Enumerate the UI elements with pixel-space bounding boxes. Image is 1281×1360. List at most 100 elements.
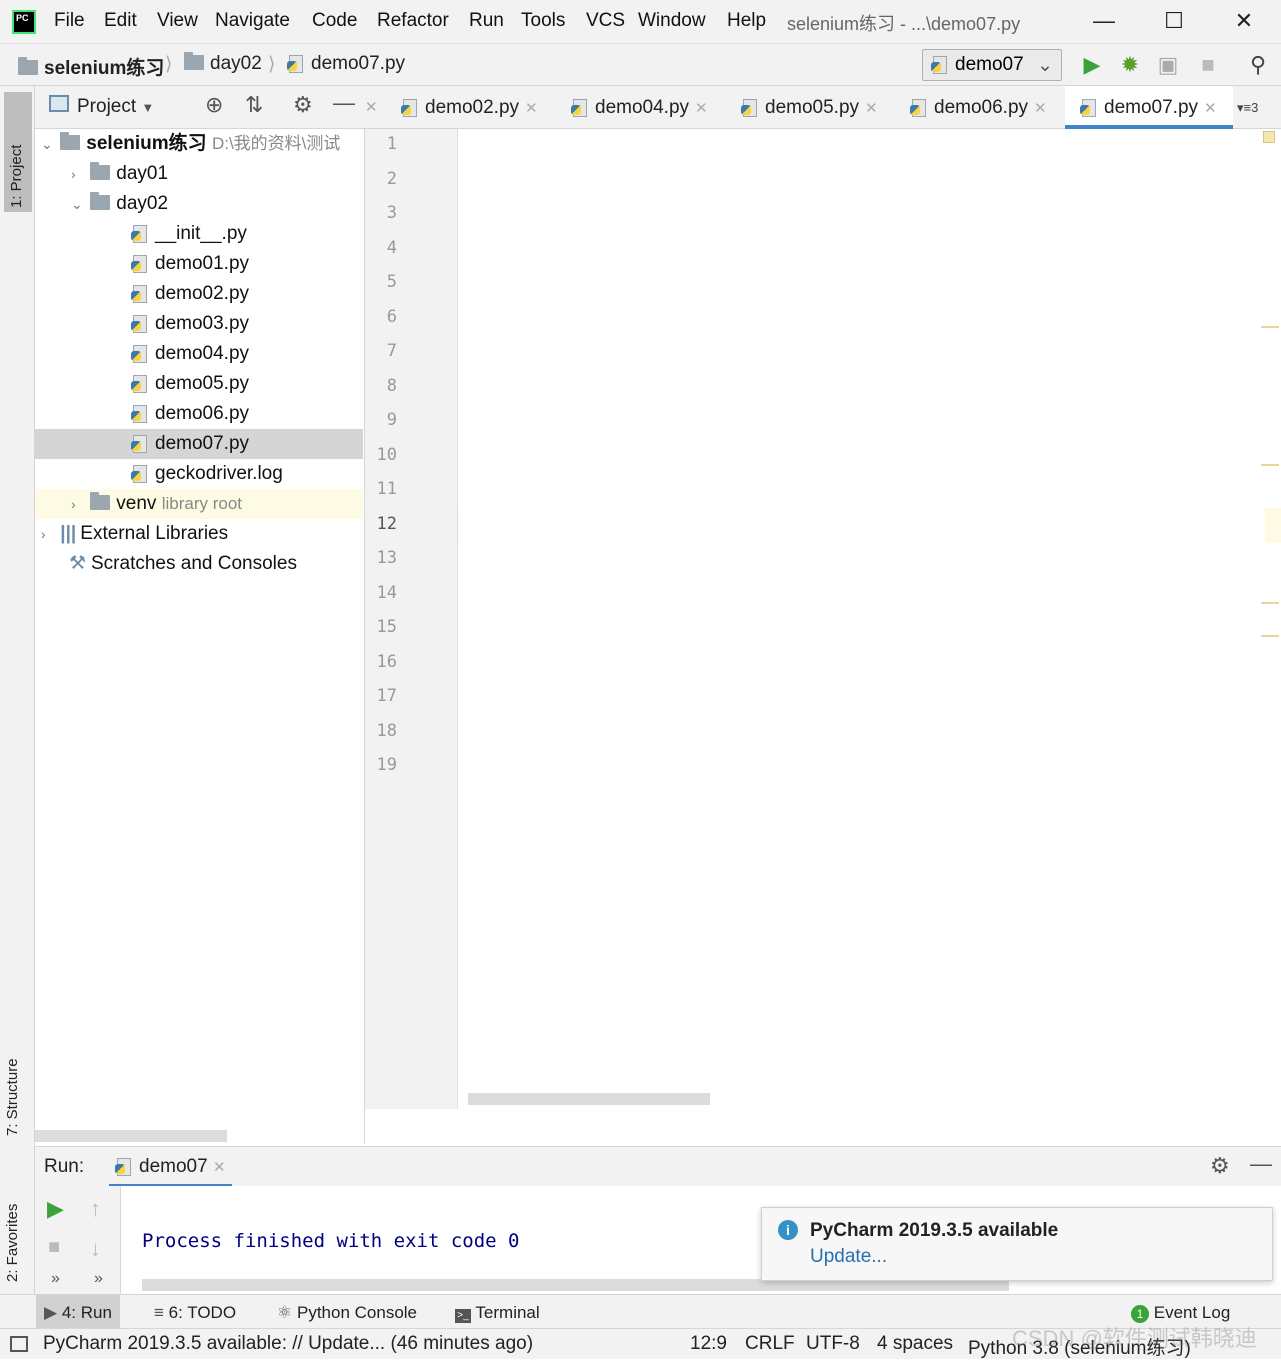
menu-help[interactable]: Help bbox=[727, 10, 766, 32]
tool-tab-console-label: Python Console bbox=[296, 1303, 418, 1322]
tree-item-demo07[interactable]: demo07.py bbox=[35, 429, 363, 459]
close-icon[interactable]: ✕ bbox=[1034, 100, 1047, 117]
stop-icon[interactable]: ■ bbox=[1195, 52, 1221, 78]
tool-tab-event-log[interactable]: 1 Event Log bbox=[1131, 1303, 1230, 1323]
tree-item-scratches[interactable]: ⚒ Scratches and Consoles bbox=[35, 549, 363, 579]
project-view-select[interactable]: Project ▼ bbox=[77, 96, 154, 118]
chevron-down-icon: ▼ bbox=[141, 100, 155, 115]
tree-root[interactable]: ⌄ selenium练习 D:\我的资料\测试 bbox=[35, 129, 363, 159]
stop-icon[interactable]: ■ bbox=[48, 1236, 60, 1259]
run-icon[interactable]: ▶ bbox=[1079, 52, 1105, 78]
tree-item-init[interactable]: __init__.py bbox=[35, 219, 363, 249]
tool-tab-project[interactable]: 1: Project bbox=[4, 92, 32, 212]
gear-icon[interactable]: ⚙ bbox=[1210, 1153, 1230, 1179]
up-arrow-icon[interactable]: ↑ bbox=[90, 1196, 101, 1222]
python-console-icon: ⚛ bbox=[277, 1303, 293, 1322]
close-icon[interactable]: ✕ bbox=[213, 1159, 226, 1176]
tab-overflow-button[interactable]: ▾≡3 bbox=[1237, 86, 1258, 129]
tree-item-demo03[interactable]: demo03.py bbox=[35, 309, 363, 339]
tool-tab-python-console[interactable]: ⚛ Python Console bbox=[277, 1303, 417, 1323]
list-icon: ≡ bbox=[154, 1303, 164, 1322]
search-icon[interactable]: ⚲ bbox=[1245, 52, 1271, 78]
hide-panel-icon[interactable]: — bbox=[1250, 1151, 1272, 1177]
tool-tab-structure[interactable]: 7: Structure bbox=[4, 1016, 32, 1136]
menu-code[interactable]: Code bbox=[312, 10, 357, 32]
warning-mark[interactable] bbox=[1261, 635, 1279, 637]
menu-navigate[interactable]: Navigate bbox=[215, 10, 290, 32]
maximize-button[interactable]: ☐ bbox=[1154, 6, 1194, 36]
menu-edit[interactable]: Edit bbox=[104, 10, 137, 32]
locate-file-icon[interactable]: ⊕ bbox=[205, 92, 223, 118]
close-icon[interactable]: ✕ bbox=[1204, 100, 1217, 117]
tab-demo04[interactable]: demo04.py ✕ bbox=[571, 86, 708, 129]
status-message[interactable]: PyCharm 2019.3.5 available: // Update...… bbox=[43, 1333, 533, 1355]
tree-item-venv[interactable]: › venv library root bbox=[35, 489, 363, 519]
breadcrumb-separator: ⟩ bbox=[165, 54, 173, 75]
menu-refactor[interactable]: Refactor bbox=[377, 10, 449, 32]
menu-tools[interactable]: Tools bbox=[521, 10, 565, 32]
down-arrow-icon[interactable]: ↓ bbox=[90, 1236, 101, 1262]
minimize-button[interactable]: — bbox=[1084, 6, 1124, 36]
file-encoding[interactable]: UTF-8 bbox=[806, 1333, 860, 1355]
collapse-all-icon[interactable]: ⇅ bbox=[245, 92, 263, 118]
tab-demo05[interactable]: demo05.py ✕ bbox=[741, 86, 878, 129]
indent-setting[interactable]: 4 spaces bbox=[877, 1333, 953, 1355]
breadcrumb-folder[interactable]: day02 bbox=[184, 52, 262, 75]
tree-item-demo04[interactable]: demo04.py bbox=[35, 339, 363, 369]
menu-window[interactable]: Window bbox=[638, 10, 706, 32]
update-link[interactable]: Update... bbox=[810, 1246, 887, 1268]
run-tab-demo07[interactable]: demo07 ✕ bbox=[109, 1147, 232, 1187]
menu-view[interactable]: View bbox=[157, 10, 198, 32]
close-icon[interactable]: ✕ bbox=[865, 100, 878, 117]
scratches-icon: ⚒ bbox=[69, 553, 87, 574]
warning-mark[interactable] bbox=[1261, 602, 1279, 604]
code-editor[interactable] bbox=[459, 129, 1265, 1109]
tree-item-label: venv bbox=[116, 493, 157, 514]
python-file-icon bbox=[131, 254, 149, 273]
pycharm-logo-icon: PC bbox=[12, 10, 36, 34]
menu-run[interactable]: Run bbox=[469, 10, 504, 32]
caret-position[interactable]: 12:9 bbox=[690, 1333, 727, 1355]
close-window-button[interactable]: ✕ bbox=[1224, 6, 1264, 36]
debug-icon[interactable]: ✹ bbox=[1117, 52, 1143, 78]
close-icon[interactable]: ✕ bbox=[365, 98, 378, 116]
python-file-icon bbox=[910, 98, 928, 117]
breadcrumb-project[interactable]: selenium练习 bbox=[18, 53, 164, 80]
project-horizontal-scrollbar[interactable] bbox=[35, 1130, 227, 1142]
tab-demo06[interactable]: demo06.py ✕ bbox=[910, 86, 1047, 129]
tree-item-demo06[interactable]: demo06.py bbox=[35, 399, 363, 429]
tree-item-demo02[interactable]: demo02.py bbox=[35, 279, 363, 309]
more-icon[interactable]: » bbox=[51, 1270, 60, 1288]
editor-tab-bar: ✕ demo02.py ✕ demo04.py ✕ demo05.py ✕ demo0… bbox=[365, 86, 1281, 129]
tree-item-day02[interactable]: ⌄ day02 bbox=[35, 189, 363, 219]
close-icon[interactable]: ✕ bbox=[695, 100, 708, 117]
close-icon[interactable]: ✕ bbox=[525, 100, 538, 117]
tab-demo07[interactable]: demo07.py ✕ bbox=[1065, 86, 1233, 129]
breadcrumb-file[interactable]: demo07.py bbox=[287, 53, 405, 75]
editor-horizontal-scrollbar[interactable] bbox=[468, 1093, 710, 1105]
tree-item-external-libraries[interactable]: › ||| External Libraries bbox=[35, 519, 363, 549]
tree-item-demo01[interactable]: demo01.py bbox=[35, 249, 363, 279]
inspection-status-icon[interactable] bbox=[1263, 131, 1275, 143]
tab-demo02[interactable]: demo02.py ✕ bbox=[401, 86, 538, 129]
python-interpreter[interactable]: Python 3.8 (selenium练习) bbox=[968, 1333, 1191, 1360]
layout-toggle-icon[interactable] bbox=[10, 1336, 28, 1352]
line-separator[interactable]: CRLF bbox=[745, 1333, 795, 1355]
warning-mark[interactable] bbox=[1261, 326, 1279, 328]
run-with-coverage-icon[interactable]: ▣ bbox=[1155, 52, 1181, 78]
hide-panel-icon[interactable]: — bbox=[333, 90, 355, 116]
tree-item-day01[interactable]: › day01 bbox=[35, 159, 363, 189]
run-configuration-select[interactable]: demo07 ⌄ bbox=[922, 49, 1062, 81]
warning-mark[interactable] bbox=[1261, 464, 1279, 466]
tool-tab-terminal[interactable]: >_ Terminal bbox=[455, 1303, 540, 1323]
rerun-icon[interactable]: ▶ bbox=[47, 1196, 64, 1222]
gear-icon[interactable]: ⚙ bbox=[293, 92, 313, 118]
menu-file[interactable]: File bbox=[54, 10, 85, 32]
more-icon[interactable]: » bbox=[94, 1270, 103, 1288]
tool-tab-todo[interactable]: ≡ 6: TODO bbox=[154, 1303, 236, 1323]
tool-tab-run[interactable]: ▶ 4: Run bbox=[36, 1295, 120, 1329]
tree-item-demo05[interactable]: demo05.py bbox=[35, 369, 363, 399]
tree-item-geckodriver-log[interactable]: geckodriver.log bbox=[35, 459, 363, 489]
menu-vcs[interactable]: VCS bbox=[586, 10, 625, 32]
tool-tab-favorites[interactable]: 2: Favorites bbox=[4, 1162, 32, 1282]
